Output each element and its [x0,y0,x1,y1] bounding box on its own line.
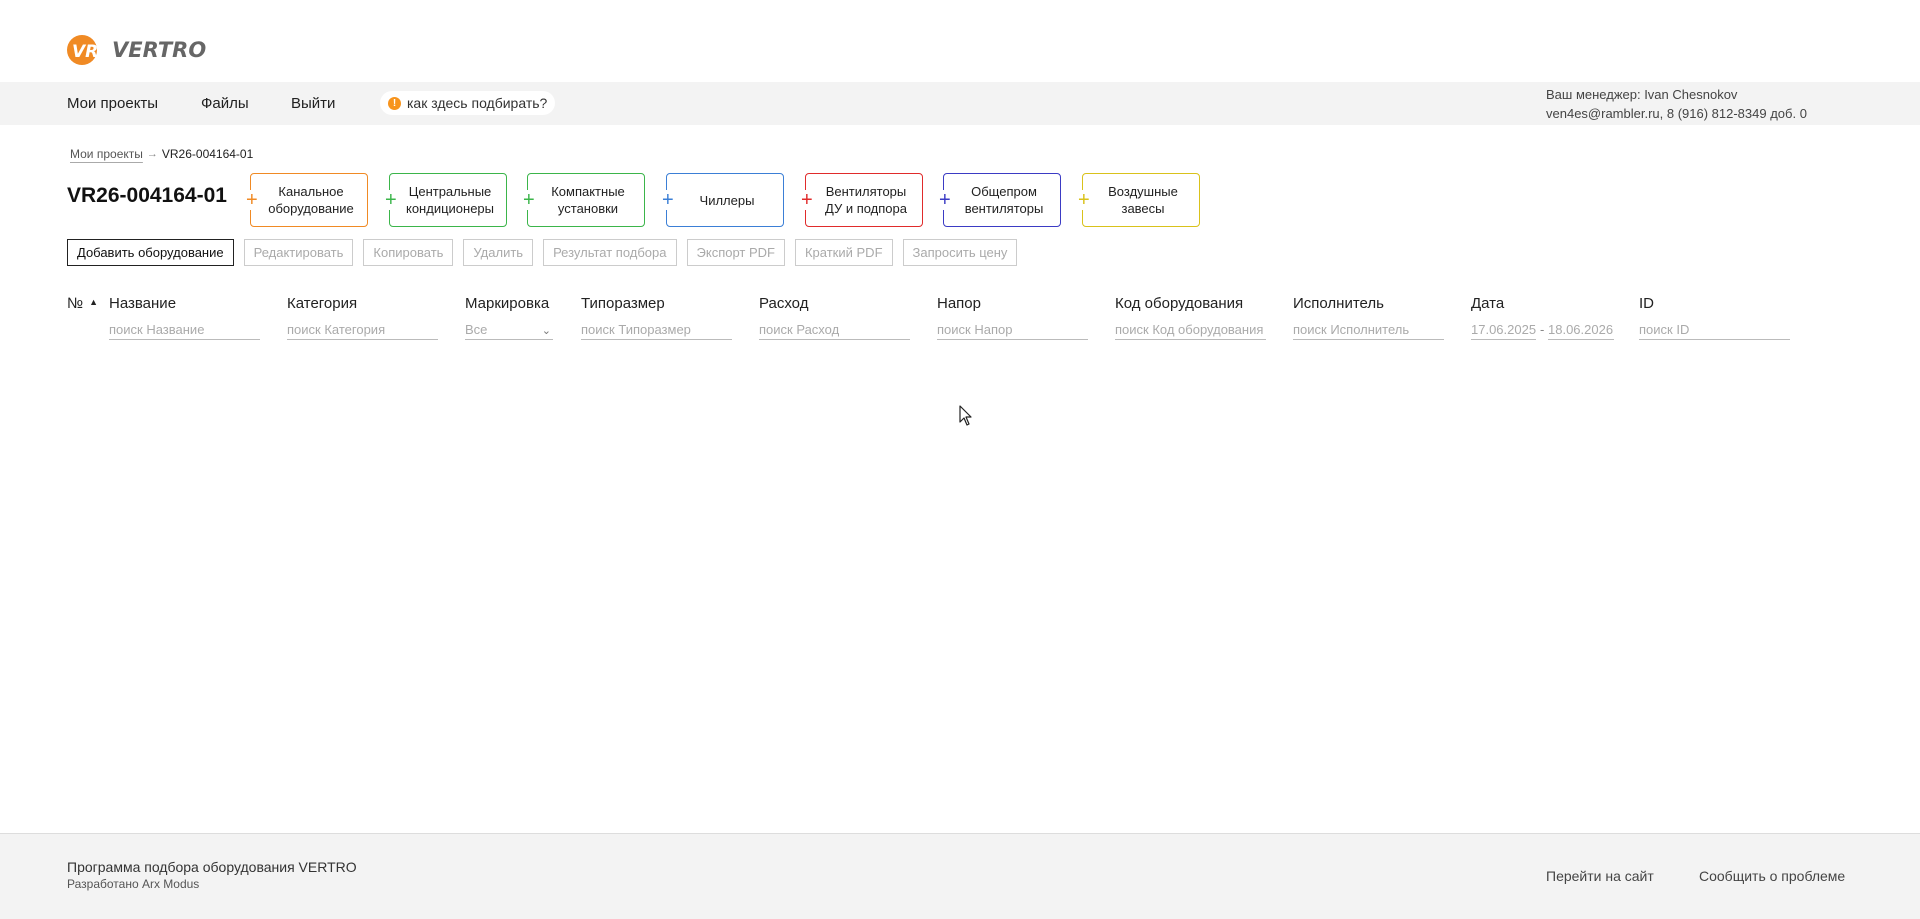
filter-id-input[interactable]: поиск ID [1639,322,1790,340]
footer: Программа подбора оборудования VERTRO Ра… [0,833,1920,919]
col-header-flow[interactable]: Расход [759,295,808,312]
edit-button[interactable]: Редактировать [243,239,354,266]
footer-go-to-site-link[interactable]: Перейти на сайт [1546,868,1654,884]
filter-pressure-input[interactable]: поиск Напор [937,322,1088,340]
breadcrumb-my-projects[interactable]: Мои проекты [70,147,143,161]
sort-asc-icon: ▲ [89,297,99,307]
col-header-size[interactable]: Типоразмер [581,295,665,312]
category-label: Воздушные завесы [1108,184,1178,216]
add-category-industrial-fans[interactable]: + Общепром вентиляторы [938,173,1061,227]
delete-button[interactable]: Удалить [463,239,534,266]
category-label: Чиллеры [699,192,755,208]
add-category-chillers[interactable]: + Чиллеры [661,173,784,227]
filter-date-to-input[interactable]: 18.06.2026 [1548,322,1614,340]
toolbar: Добавить оборудование Редактировать Копи… [67,239,1018,266]
col-header-num[interactable]: № ▲ [67,295,98,312]
request-price-button[interactable]: Запросить цену [902,239,1018,266]
manager-info: Ваш менеджер: Ivan Chesnokov ven4es@ramb… [1546,85,1807,123]
plus-icon: + [1077,189,1091,211]
plus-icon: + [800,189,814,211]
logo-text: VERTRO [112,38,207,62]
add-category-smoke-fans[interactable]: + Вентиляторы ДУ и подпора [800,173,923,227]
help-link[interactable]: ! как здесь подбирать? [380,91,556,115]
footer-program-name: Программа подбора оборудования VERTRO [67,859,357,875]
add-category-compact[interactable]: + Компактные установки [522,173,645,227]
svg-text:VR: VR [72,42,98,62]
filter-executor-input[interactable]: поиск Исполнитель [1293,322,1444,340]
col-header-marking[interactable]: Маркировка [465,295,549,312]
mouse-cursor-icon [959,405,972,426]
manager-name: Ваш менеджер: Ivan Chesnokov [1546,87,1738,102]
page-title: VR26-004164-01 [67,184,227,207]
category-label: Общепром вентиляторы [964,184,1044,216]
selection-result-button[interactable]: Результат подбора [543,239,677,266]
breadcrumb-arrow-icon: → [146,148,158,160]
plus-icon: + [661,189,675,211]
footer-report-problem-link[interactable]: Сообщить о проблеме [1699,868,1845,884]
col-header-pressure[interactable]: Напор [937,295,981,312]
top-nav: Мои проекты Файлы Выйти ! как здесь подб… [0,82,1920,125]
col-header-id[interactable]: ID [1639,295,1654,312]
filter-marking-select[interactable]: Все ⌄ [465,322,553,340]
nav-files[interactable]: Файлы [201,95,249,112]
filter-category-input[interactable]: поиск Категория [287,322,438,340]
filter-marking-value: Все [465,322,488,337]
add-category-ahu[interactable]: + Центральные кондиционеры [384,173,507,227]
col-header-date[interactable]: Дата [1471,295,1504,312]
plus-icon: + [245,189,259,211]
plus-icon: + [522,189,536,211]
filter-flow-input[interactable]: поиск Расход [759,322,910,340]
export-pdf-button[interactable]: Экспорт PDF [686,239,785,266]
breadcrumb-current: VR26-004164-01 [161,147,254,161]
add-category-air-curtains[interactable]: + Воздушные завесы [1077,173,1200,227]
short-pdf-button[interactable]: Краткий PDF [794,239,893,266]
add-category-duct[interactable]: + Канальное оборудование [245,173,368,227]
info-icon: ! [388,96,401,110]
category-label: Канальное оборудование [268,184,354,216]
manager-contacts[interactable]: ven4es@rambler.ru, 8 (916) 812-8349 доб.… [1546,104,1807,123]
category-label: Центральные кондиционеры [405,184,494,216]
filter-size-input[interactable]: поиск Типоразмер [581,322,732,340]
add-equipment-button[interactable]: Добавить оборудование [67,239,234,266]
col-header-name[interactable]: Название [109,295,176,312]
category-label: Вентиляторы ДУ и подпора [825,184,907,216]
filter-name-input[interactable]: поиск Название [109,322,260,340]
filter-date-from-input[interactable]: 17.06.2025 [1471,322,1536,340]
plus-icon: + [938,189,952,211]
help-label: как здесь подбирать? [407,95,548,111]
footer-developer: Разработано Arx Modus [67,877,200,891]
vertro-logo[interactable]: VR VERTRO [66,34,206,66]
filter-code-input[interactable]: поиск Код оборудования [1115,322,1266,340]
date-range-dash: - [1540,322,1545,337]
breadcrumb: Мои проекты → VR26-004164-01 [70,147,253,161]
nav-my-projects[interactable]: Мои проекты [67,95,158,112]
vertro-logo-icon: VR [67,35,98,65]
col-header-code[interactable]: Код оборудования [1115,295,1243,312]
plus-icon: + [384,189,398,211]
col-header-executor[interactable]: Исполнитель [1293,295,1384,312]
chevron-down-icon: ⌄ [541,325,551,337]
copy-button[interactable]: Копировать [363,239,454,266]
nav-logout[interactable]: Выйти [291,95,335,112]
col-header-category[interactable]: Категория [287,295,357,312]
col-num-label: № [67,295,84,312]
category-label: Компактные установки [551,184,625,216]
